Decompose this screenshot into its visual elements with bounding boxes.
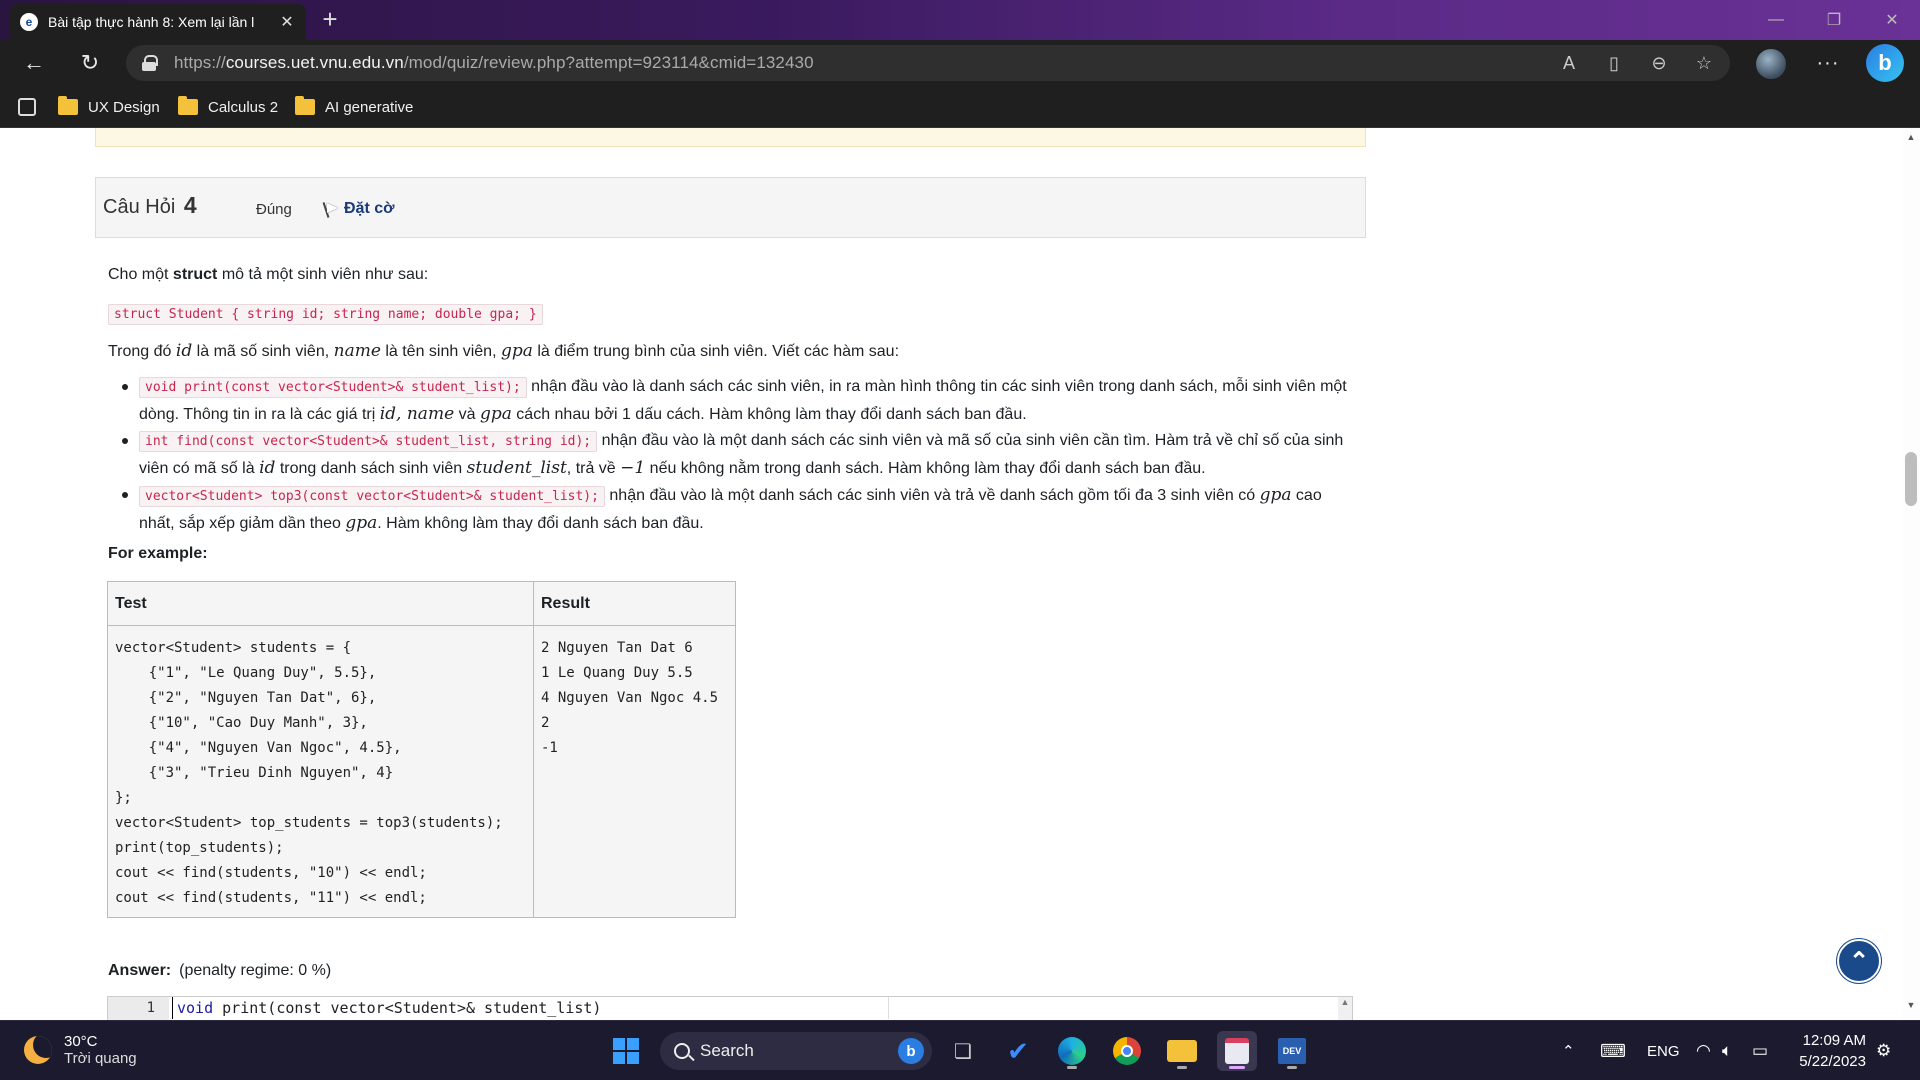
weather-condition: Trời quang — [64, 1050, 137, 1067]
volume-icon[interactable]: 🔈︎ — [1722, 1021, 1732, 1080]
bookmarks-bar: UX Design Calculus 2 AI generative — [0, 86, 1920, 128]
windows-logo-icon — [613, 1038, 639, 1064]
editor-scroll-up[interactable]: ▲ — [1338, 997, 1352, 1020]
favorites-star-icon[interactable]: ☆ — [1689, 47, 1719, 79]
new-tab-button[interactable]: + — [316, 6, 344, 34]
restore-button[interactable]: ❐ — [1806, 0, 1862, 40]
clock-date: 5/22/2023 — [1799, 1053, 1866, 1070]
penalty-text: (penalty regime: 0 %) — [179, 962, 332, 979]
system-clock[interactable]: 12:09 AM 5/22/2023 — [1790, 1030, 1866, 1072]
table-header-test: Test — [107, 581, 534, 626]
answer-heading: Answer: (penalty regime: 0 %) — [108, 962, 332, 979]
table-header-result: Result — [533, 581, 736, 626]
address-bar[interactable]: https://courses.uet.vnu.edu.vn/mod/quiz/… — [126, 45, 1730, 81]
close-window-button[interactable]: ✕ — [1864, 0, 1920, 40]
bookmark-label: Calculus 2 — [208, 98, 279, 116]
folder-icon — [58, 96, 78, 115]
minimize-button[interactable]: — — [1748, 0, 1804, 40]
scrollbar-thumb[interactable] — [1905, 452, 1917, 506]
struct-code: struct Student { string id; string name;… — [108, 304, 543, 325]
folder-icon — [295, 96, 315, 115]
clock-time: 12:09 AM — [1802, 1032, 1866, 1049]
show-hidden-icons[interactable]: ⌃ — [1562, 1021, 1575, 1080]
windows-taskbar: 30°C Trời quang Search b ❏ ✔ DEV ⌃ ⌨ ENG… — [0, 1020, 1920, 1080]
chrome-icon[interactable] — [1107, 1031, 1147, 1071]
folder-icon — [178, 96, 198, 115]
flag-label: Đặt cờ — [344, 200, 395, 217]
profile-avatar[interactable] — [1756, 49, 1786, 79]
question-state: Đúng — [256, 201, 292, 218]
question-intro: Cho một struct mô tả một sinh viên như s… — [108, 266, 429, 283]
taskbar-search[interactable]: Search b — [660, 1032, 932, 1070]
keyboard-icon[interactable]: ⌨ — [1600, 1021, 1626, 1080]
zoom-out-icon[interactable]: ⊖ — [1644, 47, 1674, 79]
more-menu-icon[interactable]: ··· — [1812, 47, 1844, 79]
lock-icon — [142, 55, 158, 71]
task-view-icon[interactable]: ❏ — [943, 1031, 983, 1071]
bookmark-label: UX Design — [88, 98, 160, 116]
bookmark-ai-generative[interactable]: AI generative — [295, 96, 413, 118]
list-item: vector<Student> top3(const vector<Studen… — [108, 482, 1358, 537]
bookmark-ux-design[interactable]: UX Design — [58, 96, 160, 118]
function-requirements-list: void print(const vector<Student>& studen… — [108, 374, 1358, 537]
back-to-top-button[interactable]: ⌃ — [1837, 939, 1881, 983]
browser-tab-active[interactable]: e Bài tập thực hành 8: Xem lại lần l ✕ — [10, 4, 306, 40]
print-margin — [888, 997, 889, 1019]
language-indicator[interactable]: ENG — [1647, 1021, 1680, 1080]
bing-icon: b — [898, 1038, 924, 1064]
bing-chat-icon[interactable]: b — [1866, 44, 1904, 82]
question-where-text: Trong đó id là mã số sinh viên, name là … — [108, 341, 900, 361]
back-button[interactable]: ← — [18, 47, 50, 79]
url-text: https://courses.uet.vnu.edu.vn/mod/quiz/… — [174, 53, 814, 72]
refresh-button[interactable]: ↻ — [74, 47, 106, 79]
example-table: Test Result vector<Student> students = {… — [107, 581, 736, 918]
moon-icon — [24, 1036, 52, 1064]
notification-icon[interactable]: ⚙ — [1876, 1021, 1891, 1080]
bookmark-label: AI generative — [325, 98, 414, 116]
file-explorer-icon[interactable] — [1162, 1031, 1202, 1071]
code-line[interactable]: void print(const vector<Student>& studen… — [172, 997, 601, 1019]
immersive-reader-icon[interactable]: ▯ — [1599, 47, 1629, 79]
tab-title: Bài tập thực hành 8: Xem lại lần l — [48, 14, 255, 30]
weather-widget[interactable]: 30°C Trời quang — [24, 1033, 137, 1067]
struct-definition: struct Student { string id; string name;… — [108, 301, 1368, 328]
close-tab-icon[interactable]: ✕ — [278, 12, 296, 32]
title-bar: e Bài tập thực hành 8: Xem lại lần l ✕ +… — [0, 0, 1920, 40]
scroll-down-icon[interactable]: ▼ — [1902, 1000, 1920, 1016]
line-number: 1 — [108, 997, 169, 1020]
question-info-header: Câu Hỏi 4 Đúng Đặt cờ — [95, 177, 1366, 238]
list-item: void print(const vector<Student>& studen… — [108, 374, 1358, 428]
temperature: 30°C — [64, 1033, 98, 1050]
bookmark-calculus-2[interactable]: Calculus 2 — [178, 96, 278, 118]
scroll-up-icon[interactable]: ▲ — [1902, 132, 1920, 148]
wifi-icon[interactable]: ◠ — [1696, 1021, 1711, 1080]
read-aloud-icon[interactable]: A — [1554, 47, 1584, 79]
apps-icon[interactable] — [18, 98, 36, 116]
site-favicon-icon: e — [20, 13, 38, 31]
previous-question-box — [95, 128, 1366, 147]
battery-icon[interactable]: ▭ — [1752, 1021, 1768, 1080]
todo-icon[interactable]: ✔ — [998, 1031, 1038, 1071]
start-button[interactable] — [606, 1031, 646, 1071]
page-viewport: Câu Hỏi 4 Đúng Đặt cờ Cho một struct mô … — [0, 128, 1902, 1020]
example-title: For example: — [108, 545, 208, 562]
flag-question-button[interactable]: Đặt cờ — [324, 200, 395, 218]
result-cell: 2 Nguyen Tan Dat 6 1 Le Quang Duy 5.5 4 … — [533, 625, 736, 918]
question-number: Câu Hỏi 4 — [103, 192, 197, 218]
test-cell: vector<Student> students = { {"1", "Le Q… — [107, 625, 534, 918]
search-icon — [674, 1043, 690, 1059]
dev-cpp-icon[interactable]: DEV — [1272, 1031, 1312, 1071]
list-item: int find(const vector<Student>& student_… — [108, 428, 1358, 482]
page-scrollbar[interactable]: ▲ ▼ — [1902, 128, 1920, 1020]
edge-icon[interactable] — [1052, 1031, 1092, 1071]
code-editor[interactable]: 1 void print(const vector<Student>& stud… — [107, 996, 1353, 1020]
browser-toolbar: ← ↻ https://courses.uet.vnu.edu.vn/mod/q… — [0, 40, 1920, 86]
snipping-tool-icon[interactable] — [1217, 1031, 1257, 1071]
flag-icon — [324, 200, 340, 218]
search-label: Search — [700, 1041, 754, 1060]
